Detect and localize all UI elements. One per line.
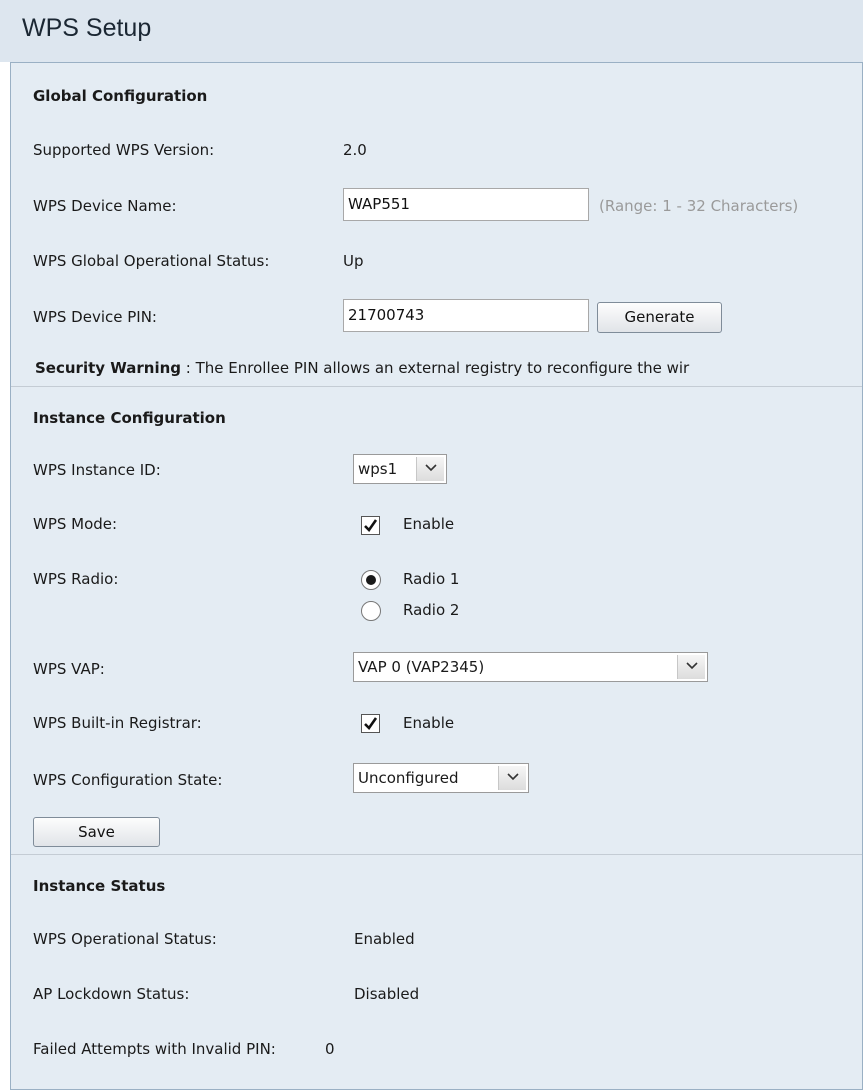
instance-status-heading: Instance Status	[33, 877, 166, 895]
page-header: WPS Setup	[0, 0, 863, 62]
wps-radio-label: WPS Radio:	[33, 570, 119, 588]
wps-setup-panel: Global Configuration Supported WPS Versi…	[10, 62, 863, 1090]
wps-instance-id-label: WPS Instance ID:	[33, 461, 161, 479]
wps-vap-select[interactable]: VAP 0 (VAP2345)	[353, 652, 708, 682]
wps-instance-id-value: wps1	[358, 460, 398, 478]
ap-lockdown-status-label: AP Lockdown Status:	[33, 985, 190, 1003]
wps-operational-status-label: WPS Operational Status:	[33, 930, 217, 948]
failed-attempts-value: 0	[325, 1040, 335, 1058]
wps-configuration-state-value: Unconfigured	[358, 769, 459, 787]
radio-1-label: Radio 1	[403, 570, 460, 588]
wps-mode-label: WPS Mode:	[33, 515, 118, 533]
supported-wps-version-label: Supported WPS Version:	[33, 141, 215, 159]
failed-attempts-label: Failed Attempts with Invalid PIN:	[33, 1040, 276, 1058]
wps-vap-label: WPS VAP:	[33, 660, 105, 678]
radio-selected-dot	[366, 575, 376, 585]
wps-configuration-state-label: WPS Configuration State:	[33, 771, 223, 789]
divider	[11, 854, 862, 855]
wps-vap-value: VAP 0 (VAP2345)	[358, 658, 485, 676]
wps-global-operational-status-label: WPS Global Operational Status:	[33, 252, 270, 270]
radio-1-option[interactable]	[361, 570, 381, 590]
wps-device-pin-input[interactable]: 21700743	[343, 299, 589, 332]
radio-2-option[interactable]	[361, 601, 381, 621]
wps-built-in-registrar-label: WPS Built-in Registrar:	[33, 714, 202, 732]
chevron-down-icon[interactable]	[416, 457, 444, 481]
wps-global-operational-status-value: Up	[343, 252, 364, 270]
security-warning-text: : The Enrollee PIN allows an external re…	[181, 359, 690, 377]
generate-button[interactable]: Generate	[597, 302, 722, 333]
instance-configuration-heading: Instance Configuration	[33, 409, 226, 427]
divider	[11, 386, 862, 387]
wps-device-name-label: WPS Device Name:	[33, 197, 177, 215]
checkmark-icon	[364, 717, 378, 731]
wps-mode-enable-label: Enable	[403, 515, 455, 533]
security-warning-title: Security Warning	[35, 359, 182, 377]
wps-operational-status-value: Enabled	[354, 930, 415, 948]
wps-device-pin-label: WPS Device PIN:	[33, 308, 157, 326]
ap-lockdown-status-value: Disabled	[354, 985, 420, 1003]
chevron-down-icon[interactable]	[498, 766, 526, 790]
radio-2-label: Radio 2	[403, 601, 460, 619]
global-configuration-heading: Global Configuration	[33, 87, 208, 105]
page-title: WPS Setup	[22, 14, 152, 42]
checkmark-icon	[364, 519, 378, 533]
wps-configuration-state-select[interactable]: Unconfigured	[353, 763, 529, 793]
supported-wps-version-value: 2.0	[343, 141, 367, 159]
wps-device-name-range-hint: (Range: 1 - 32 Characters)	[599, 197, 799, 215]
chevron-down-icon[interactable]	[677, 655, 705, 679]
wps-instance-id-select[interactable]: wps1	[353, 454, 447, 484]
wps-device-name-input[interactable]: WAP551	[343, 188, 589, 221]
wps-built-in-registrar-checkbox[interactable]	[361, 714, 380, 733]
security-warning: Security Warning : The Enrollee PIN allo…	[35, 359, 689, 377]
save-button[interactable]: Save	[33, 817, 160, 847]
wps-built-in-registrar-enable-label: Enable	[403, 714, 455, 732]
wps-mode-checkbox[interactable]	[361, 516, 380, 535]
